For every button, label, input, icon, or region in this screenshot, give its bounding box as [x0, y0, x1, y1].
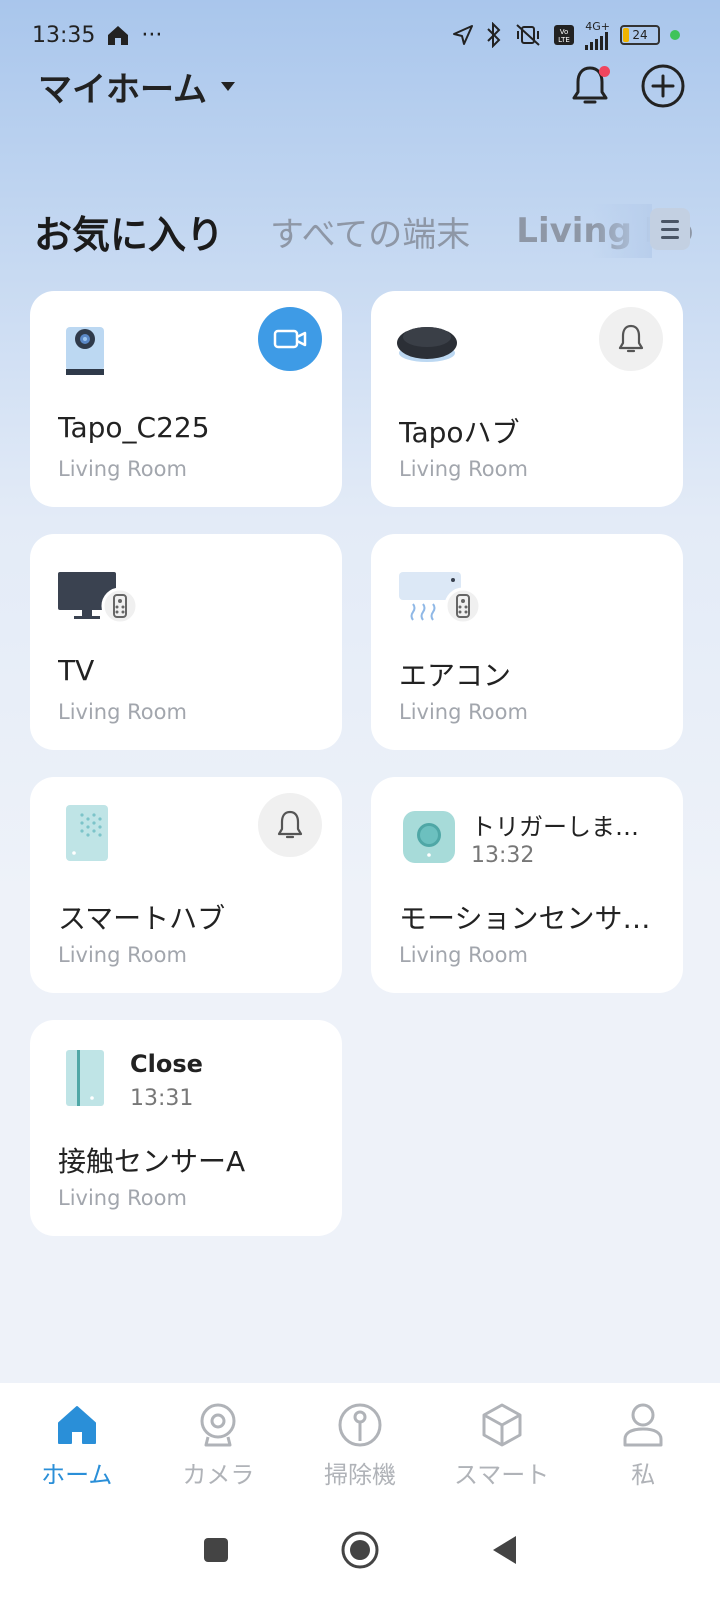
device-room: Living Room: [399, 943, 528, 967]
network-type: 4G+: [585, 19, 610, 33]
home-name: マイホーム: [38, 69, 207, 110]
device-card-contact-sensor[interactable]: Close 13:31 接触センサーA Living Room: [30, 1020, 342, 1236]
back-button[interactable]: [490, 1534, 518, 1566]
status-time: 13:31: [130, 1086, 194, 1111]
nav-label: カメラ: [182, 1461, 255, 1489]
nav-camera[interactable]: カメラ: [158, 1401, 278, 1490]
tab-favorites[interactable]: お気に入り: [34, 206, 224, 257]
device-name: Tapo_C225: [58, 411, 210, 444]
device-card-tv[interactable]: TV Living Room: [30, 534, 342, 750]
home-icon: [57, 1406, 96, 1444]
svg-text:Vo: Vo: [560, 28, 569, 36]
tab-menu-button[interactable]: [650, 208, 690, 250]
person-icon: [623, 1403, 663, 1447]
signal-icon: [585, 31, 609, 50]
location-icon: [453, 25, 474, 45]
nav-home[interactable]: ホーム: [17, 1401, 137, 1490]
nav-smart[interactable]: スマート: [442, 1401, 562, 1490]
notification-dot: [599, 66, 610, 77]
device-card-tapo-c225[interactable]: Tapo_C225 Living Room: [30, 291, 342, 507]
bell-icon: [618, 324, 644, 353]
recents-button[interactable]: [202, 1536, 230, 1564]
home-status-icon: [108, 26, 129, 45]
device-card-tapo-hub[interactable]: Tapoハブ Living Room: [371, 291, 683, 507]
system-navigation: [0, 1530, 720, 1570]
alarm-button[interactable]: [599, 307, 663, 371]
camera-device-icon: [66, 327, 104, 375]
nav-label: 私: [631, 1461, 656, 1489]
device-room: Living Room: [58, 1186, 187, 1210]
device-card-smart-hub[interactable]: スマートハブ Living Room: [30, 777, 342, 993]
status-time: 13:32: [471, 843, 535, 868]
nav-label: 掃除機: [323, 1461, 396, 1489]
device-status: Close: [130, 1050, 203, 1078]
status-more: ···: [141, 22, 163, 48]
device-status: トリガーしま…: [471, 813, 639, 841]
home-system-button[interactable]: [340, 1530, 380, 1570]
bell-icon: [277, 810, 303, 839]
device-room: Living Room: [399, 457, 528, 481]
caret-down-icon: [220, 81, 235, 91]
camera-icon: [200, 1403, 236, 1447]
bluetooth-icon: [487, 22, 501, 48]
aircon-device-icon: [399, 572, 482, 625]
add-device-button[interactable]: [640, 63, 686, 109]
battery-icon: 24: [620, 25, 660, 45]
device-name: スマートハブ: [58, 902, 226, 935]
status-time: 13:35: [32, 22, 96, 48]
tab-all-devices[interactable]: すべての端末: [270, 207, 470, 256]
live-view-button[interactable]: [258, 307, 322, 371]
video-icon: [273, 329, 307, 349]
alarm-button[interactable]: [258, 793, 322, 857]
device-room: Living Room: [58, 943, 187, 967]
device-room: Living Room: [399, 700, 528, 724]
notifications-button[interactable]: [568, 62, 612, 110]
cube-icon: [482, 1403, 522, 1447]
vacuum-icon: [338, 1403, 382, 1447]
hub-device-icon: [397, 327, 457, 362]
tabs-fade: [592, 204, 652, 258]
nav-me[interactable]: 私: [583, 1401, 703, 1490]
motion-sensor-icon: [403, 811, 455, 863]
device-room: Living Room: [58, 700, 187, 724]
device-card-motion-sensor[interactable]: トリガーしま… 13:32 モーションセンサ… Living Room: [371, 777, 683, 993]
tv-device-icon: [58, 572, 139, 625]
nav-label: ホーム: [41, 1461, 113, 1489]
app-header: マイホーム: [38, 58, 686, 114]
device-room: Living Room: [58, 457, 187, 481]
device-name: 接触センサーA: [58, 1145, 246, 1178]
device-name: エアコン: [399, 659, 512, 692]
svg-text:LTE: LTE: [558, 36, 570, 44]
privacy-indicator: [670, 30, 680, 40]
volte-icon: VoLTE: [554, 25, 575, 45]
smart-hub-device-icon: [66, 805, 108, 861]
device-card-aircon[interactable]: エアコン Living Room: [371, 534, 683, 750]
device-name: Tapoハブ: [399, 416, 520, 449]
device-name: TV: [58, 654, 95, 687]
nav-vacuum[interactable]: 掃除機: [300, 1401, 420, 1490]
mute-vibrate-icon: [516, 24, 540, 46]
nav-label: スマート: [453, 1461, 550, 1489]
device-name: モーションセンサ…: [399, 902, 651, 935]
contact-sensor-icon: [66, 1050, 104, 1106]
bottom-navigation: ホーム カメラ 掃除機 スマート 私: [0, 1383, 720, 1600]
status-bar: 13:35 ··· Vo LTE 4G+ 24: [32, 18, 680, 52]
home-selector[interactable]: マイホーム: [38, 62, 235, 111]
